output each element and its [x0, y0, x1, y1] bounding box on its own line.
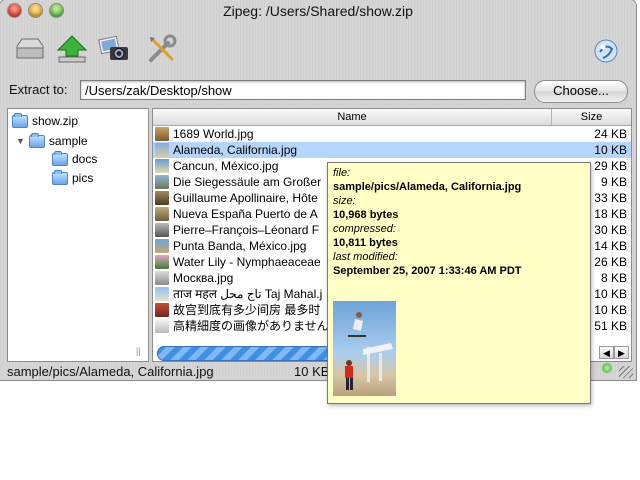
image-thumbnail-icon	[155, 175, 169, 189]
tree-item-label: pics	[72, 171, 94, 185]
file-size: 33 KB	[594, 191, 627, 205]
status-size: 10 KB	[294, 364, 330, 379]
column-header-size[interactable]: Size	[552, 109, 631, 125]
extract-to-label: Extract to:	[9, 82, 68, 97]
preview-button[interactable]	[96, 32, 132, 66]
file-size: 30 KB	[594, 223, 627, 237]
image-thumbnail-icon	[155, 223, 169, 237]
tree-item-label: sample	[48, 134, 88, 148]
help-button[interactable]	[588, 34, 624, 68]
choose-button[interactable]: Choose...	[534, 80, 628, 103]
disclosure-triangle-icon[interactable]: ▼	[16, 136, 25, 146]
tree-item-docs[interactable]: docs	[52, 150, 98, 166]
extract-path-field[interactable]: /Users/zak/Desktop/show	[80, 80, 526, 100]
image-thumbnail-icon	[155, 143, 169, 157]
folder-icon	[52, 169, 68, 185]
camera-photos-icon	[98, 35, 128, 60]
tools-icon	[149, 34, 177, 62]
scroll-left-arrow-icon[interactable]: ◀	[599, 346, 614, 359]
table-row[interactable]: 1689 World.jpg 24 KB	[153, 126, 631, 142]
file-size: 10 KB	[594, 303, 627, 317]
tooltip-file-label: file:	[333, 167, 351, 179]
file-size: 9 KB	[600, 175, 627, 189]
file-size: 14 KB	[594, 239, 627, 253]
image-thumbnail-icon	[155, 239, 169, 253]
split-grip-icon[interactable]: ||	[136, 346, 141, 356]
tray-icon	[16, 38, 44, 59]
file-name: Punta Banda, México.jpg	[173, 239, 307, 253]
file-name: ताज महल تاج محل Taj Mahal.j	[173, 287, 323, 301]
tooltip-modified-label: last modified:	[333, 251, 398, 263]
file-name: Nueva España Puerto de A	[173, 207, 318, 221]
tooltip-file-value: sample/pics/Alameda, California.jpg	[333, 181, 522, 193]
file-size: 8 KB	[600, 271, 627, 285]
folder-icon	[28, 132, 45, 148]
tooltip-modified-value: September 25, 2007 1:33:46 AM PDT	[333, 265, 522, 277]
tree-item-label: show.zip	[32, 114, 79, 128]
file-name: 1689 World.jpg	[173, 127, 254, 141]
file-name: 故宫到底有多少间房 最多时	[173, 303, 321, 317]
tooltip-compressed-value: 10,811 bytes	[333, 237, 398, 249]
file-size: 29 KB	[594, 159, 627, 173]
green-up-arrow-icon	[56, 35, 88, 63]
file-list-header: Name Size	[153, 109, 631, 126]
file-name: 高精細度の画像がありません	[173, 319, 329, 333]
file-size: 10 KB	[594, 287, 627, 301]
tooltip-compressed-number: 10,811 bytes	[333, 237, 398, 249]
status-light-icon	[602, 363, 612, 373]
tree-item-show-zip[interactable]: show.zip	[12, 112, 79, 128]
tree-item-sample[interactable]: ▼ sample	[16, 132, 88, 148]
tooltip-size-label: size:	[333, 195, 356, 207]
image-thumbnail-icon	[155, 159, 169, 173]
resize-grip-icon[interactable]	[619, 366, 633, 378]
folder-icon	[12, 112, 28, 128]
file-size: 51 KB	[594, 319, 627, 333]
file-size: 24 KB	[594, 127, 627, 141]
folder-icon	[52, 150, 68, 166]
options-button[interactable]	[144, 32, 180, 66]
skateboarder-preview-image	[345, 312, 393, 390]
image-thumbnail-icon	[155, 271, 169, 285]
window-title: Zipeg: /Users/Shared/show.zip	[223, 3, 413, 19]
image-thumbnail-icon	[155, 191, 169, 205]
tree-item-pics[interactable]: pics	[52, 169, 94, 185]
table-row-selected[interactable]: Alameda, California.jpg 10 KB	[153, 142, 631, 158]
horizontal-scroll-arrows[interactable]: ◀ ▶	[599, 346, 629, 359]
column-header-name[interactable]: Name	[153, 109, 552, 125]
status-path: sample/pics/Alameda, California.jpg	[7, 364, 214, 379]
file-name: Москва.jpg	[173, 271, 234, 285]
scroll-right-arrow-icon[interactable]: ▶	[614, 346, 629, 359]
tooltip-compressed-label: compressed:	[333, 223, 396, 235]
title-bar[interactable]: Zipeg: /Users/Shared/show.zip	[0, 0, 636, 22]
image-thumbnail-icon	[155, 319, 169, 333]
file-name: Cancun, México.jpg	[173, 159, 279, 173]
image-thumbnail-icon	[155, 127, 169, 141]
extract-button[interactable]	[54, 32, 90, 66]
file-info-tooltip: file: sample/pics/Alameda, California.jp…	[327, 162, 591, 404]
image-preview	[333, 301, 396, 396]
archive-tree[interactable]: show.zip ▼ sample docs pics	[7, 108, 149, 362]
open-archive-button[interactable]	[12, 32, 48, 66]
file-name: Die Siegessäule am Großer	[173, 175, 322, 189]
image-thumbnail-icon	[155, 255, 169, 269]
tooltip-size-value: 10,968 bytes	[333, 209, 398, 221]
globe-help-icon	[594, 39, 618, 63]
file-size: 26 KB	[594, 255, 627, 269]
tree-item-label: docs	[72, 152, 98, 166]
file-name: Alameda, California.jpg	[173, 143, 298, 157]
image-thumbnail-icon	[155, 207, 169, 221]
image-thumbnail-icon	[155, 303, 169, 317]
file-size: 10 KB	[594, 143, 627, 157]
file-name: Water Lily - Nymphaeaceae	[173, 255, 321, 269]
file-name: Guillaume Apollinaire, Hôte	[173, 191, 318, 205]
file-size: 18 KB	[594, 207, 627, 221]
file-name: Pierre–François–Léonard F	[173, 223, 320, 237]
image-thumbnail-icon	[155, 287, 169, 301]
tooltip-size-number: 10,968 bytes	[333, 209, 399, 221]
